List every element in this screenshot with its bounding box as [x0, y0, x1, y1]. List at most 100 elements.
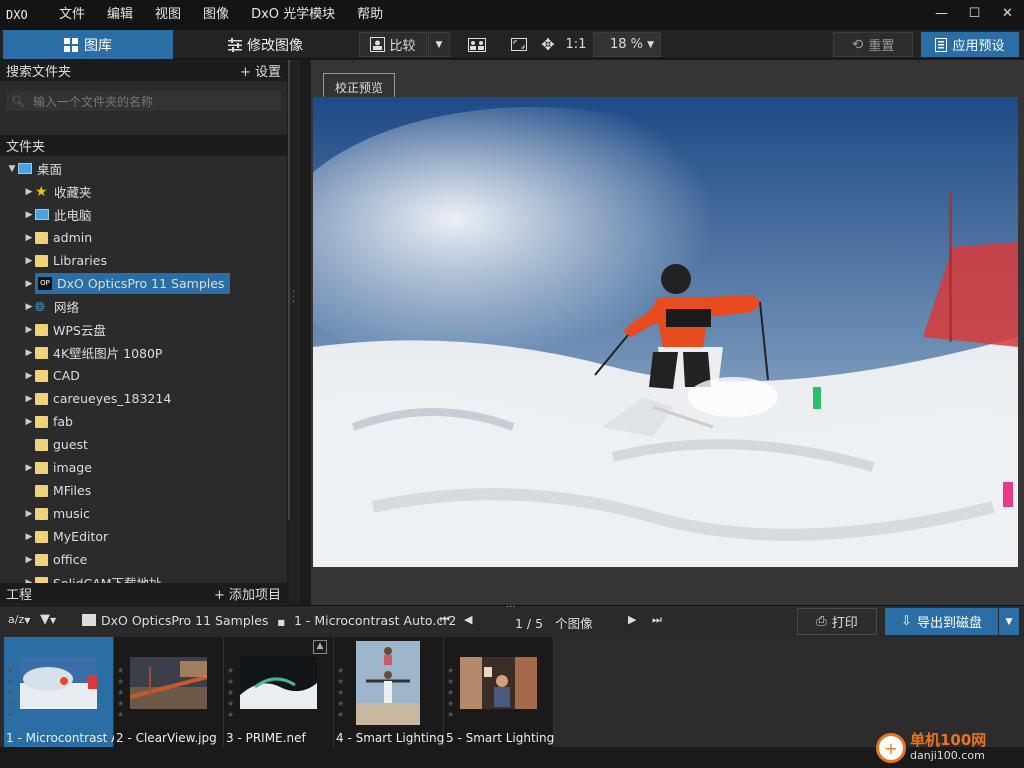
- folder-icon: [82, 614, 96, 626]
- thumbnail-image: [240, 657, 317, 709]
- status-bar: [0, 747, 1024, 768]
- expand-arrow-icon[interactable]: ▶: [23, 279, 35, 289]
- expand-arrow-icon[interactable]: ▶: [23, 417, 35, 427]
- tree-item[interactable]: ▶ Libraries: [0, 249, 287, 272]
- rating-stars[interactable]: ★ ★ ★ ★ ★: [447, 665, 454, 720]
- previous-image-button[interactable]: ◀: [464, 613, 472, 626]
- thumbnail-item[interactable]: ★★★★★ 5 - Smart Lighting.cr2: [444, 637, 554, 747]
- path-separator: ■: [277, 618, 285, 627]
- tree-item[interactable]: ▶ 🌐︎ 网络: [0, 295, 287, 318]
- expand-arrow-icon[interactable]: ▼: [6, 164, 18, 174]
- thumbnail-item[interactable]: ★ ★ ★ ★ ★ 2 - ClearView.jpg: [114, 637, 224, 747]
- skip-forward-icon: ⏭: [652, 613, 662, 626]
- expand-arrow-icon[interactable]: ▶: [23, 302, 35, 312]
- print-button[interactable]: ⎙ 打印: [797, 608, 877, 635]
- reset-button[interactable]: ⟲ 重置: [833, 32, 913, 57]
- tree-item[interactable]: ▶ image: [0, 456, 287, 479]
- fit-screen-button[interactable]: [508, 32, 530, 57]
- tree-item[interactable]: ▶ 4K壁纸图片 1080P: [0, 341, 287, 364]
- fit-screen-icon: [511, 38, 527, 51]
- panel-splitter[interactable]: · · ·: [289, 60, 300, 605]
- expand-arrow-icon[interactable]: ▶: [23, 348, 35, 358]
- close-button[interactable]: ✕: [991, 0, 1024, 30]
- thumbnail-item[interactable]: ★ ★ ★ ★ ★ ▲ 3 - PRIME.nef: [224, 637, 334, 747]
- tab-library[interactable]: 图库: [3, 30, 173, 59]
- desktop-icon: [18, 163, 32, 174]
- filter-button[interactable]: ▼▼: [40, 612, 56, 627]
- expand-arrow-icon[interactable]: ▶: [23, 371, 35, 381]
- tree-item-label: WPS云盘: [53, 323, 106, 338]
- prev-icon: ◀: [464, 613, 473, 626]
- tree-item[interactable]: ▶ careueyes_183214: [0, 387, 287, 410]
- last-image-button[interactable]: ⏭: [652, 613, 662, 627]
- compare-button[interactable]: 比较: [359, 32, 427, 57]
- tree-item[interactable]: ▶ ★ 收藏夹: [0, 180, 287, 203]
- menu-view[interactable]: 视图: [144, 0, 192, 30]
- add-project-button[interactable]: + 添加项目: [214, 584, 281, 603]
- export-button[interactable]: ⇩ 导出到磁盘: [885, 608, 998, 635]
- expand-arrow-icon[interactable]: ▶: [23, 555, 35, 565]
- zoom-select[interactable]: 18 % ▼: [593, 32, 661, 57]
- rating-stars[interactable]: ★ ★ ★ ★ ★: [7, 665, 14, 720]
- expand-arrow-icon[interactable]: ▶: [23, 210, 35, 220]
- expand-arrow-icon[interactable]: ▶: [23, 187, 35, 197]
- search-folders-title: 搜索文件夹: [6, 65, 72, 80]
- tree-item[interactable]: ▶ CAD: [0, 364, 287, 387]
- main-toolbar: 图库 修改图像 比较 ▼ ✥ 1:1 18 % ▼ ⟲ 重置 应用预设: [0, 30, 1024, 59]
- filmstrip-handle-icon[interactable]: ···: [506, 602, 516, 613]
- export-dropdown[interactable]: ▼: [999, 608, 1019, 635]
- next-image-button[interactable]: ▶: [628, 613, 636, 626]
- first-image-button[interactable]: ⏮: [440, 613, 450, 627]
- menu-edit[interactable]: 编辑: [96, 0, 144, 30]
- expand-arrow-icon[interactable]: ▶: [23, 509, 35, 519]
- expand-arrow-icon[interactable]: ▶: [23, 325, 35, 335]
- menu-help[interactable]: 帮助: [346, 0, 394, 30]
- tree-item[interactable]: ▶ office: [0, 548, 287, 571]
- expand-arrow-icon[interactable]: ▶: [23, 394, 35, 404]
- zoom-value: 18 %: [610, 37, 644, 52]
- tree-item[interactable]: ▶SolidCAM下载地址: [0, 571, 287, 583]
- tab-edit[interactable]: 修改图像: [173, 30, 358, 59]
- settings-button[interactable]: + 设置: [240, 61, 281, 80]
- tree-item[interactable]: MFiles: [0, 479, 287, 502]
- tree-item[interactable]: ▶ admin: [0, 226, 287, 249]
- expand-arrow-icon[interactable]: ▶: [23, 256, 35, 266]
- folder-tree: ▼ 桌面 ▶ ★ 收藏夹 ▶ 此电脑 ▶ admin ▶ Libraries ▶ OP DxO Optic…: [0, 157, 287, 583]
- expand-arrow-icon[interactable]: ▶: [23, 532, 35, 542]
- tree-item[interactable]: ▶ MyEditor: [0, 525, 287, 548]
- rating-stars[interactable]: ★ ★ ★ ★ ★: [227, 665, 234, 720]
- expand-arrow-icon[interactable]: ▶: [23, 463, 35, 473]
- tree-item[interactable]: ▶ OP DxO OpticsPro 11 Samples: [0, 272, 287, 295]
- menu-file[interactable]: 文件: [48, 0, 96, 30]
- maximize-button[interactable]: ☐: [958, 0, 991, 30]
- sort-label: a/z: [8, 613, 25, 626]
- menu-image[interactable]: 图像: [192, 0, 240, 30]
- thumbnail-item[interactable]: ★★★★★ 1 - Microcontrast Auto.cr2: [4, 637, 114, 747]
- compare-label: 比较: [389, 39, 416, 54]
- folder-search-input[interactable]: 🔍︎ 输入一个文件夹的名称: [6, 91, 281, 111]
- menu-optics-modules[interactable]: DxO 光学模块: [240, 0, 346, 30]
- side-by-side-button[interactable]: [462, 32, 492, 57]
- move-button[interactable]: ✥: [537, 32, 559, 57]
- tree-scrollbar[interactable]: [288, 60, 290, 520]
- thumbnail-item[interactable]: ★★★★★ 4 - Smart Lighting.jpg: [334, 637, 444, 747]
- minimize-button[interactable]: —: [925, 0, 958, 30]
- path-folder: DxO OpticsPro 11 Samples: [101, 613, 269, 628]
- print-label: 打印: [831, 616, 858, 631]
- rating-stars[interactable]: ★ ★ ★ ★ ★: [117, 665, 124, 720]
- compare-dropdown[interactable]: ▼: [428, 32, 450, 57]
- apply-preset-button[interactable]: 应用预设: [921, 32, 1019, 57]
- tree-item[interactable]: ▶ WPS云盘: [0, 318, 287, 341]
- tree-item[interactable]: guest: [0, 433, 287, 456]
- tree-item[interactable]: ▶ music: [0, 502, 287, 525]
- tree-item[interactable]: ▶ fab: [0, 410, 287, 433]
- counter-value: 1 / 5: [515, 616, 544, 631]
- tree-item[interactable]: ▼ 桌面: [0, 157, 287, 180]
- expand-arrow-icon[interactable]: ▶: [23, 233, 35, 243]
- one-to-one-button[interactable]: 1:1: [563, 32, 589, 57]
- tree-item-label: music: [53, 506, 90, 521]
- rating-stars[interactable]: ★ ★ ★ ★ ★: [337, 665, 344, 720]
- main-photo[interactable]: [313, 97, 1018, 567]
- tree-item[interactable]: ▶ 此电脑: [0, 203, 287, 226]
- sort-button[interactable]: a/z▼: [8, 613, 30, 626]
